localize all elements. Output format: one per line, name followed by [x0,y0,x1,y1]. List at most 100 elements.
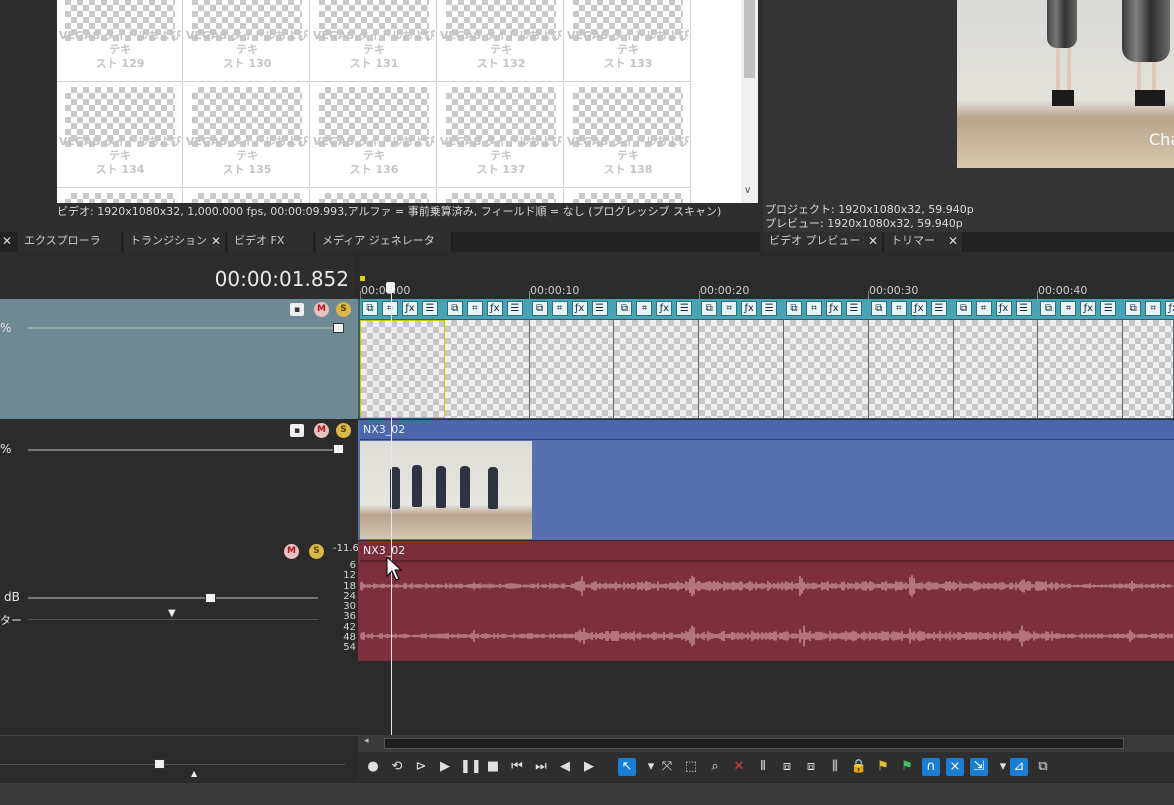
preset-thumbnail[interactable]: VEGAS タイトルおよびテキ スト 137 [438,83,564,188]
record-icon[interactable]: ● [364,758,382,776]
event-fx-icon[interactable]: ƒx [571,301,588,316]
title-event[interactable] [868,320,954,418]
close-icon[interactable]: ✕ [0,232,14,252]
crop-icon[interactable]: ⌗ [382,301,398,316]
level-slider-knob[interactable] [333,444,344,454]
mute-icon[interactable]: M [284,544,299,559]
solo-icon[interactable]: S [336,302,351,317]
crop-icon[interactable]: ⌗ [975,301,992,316]
go-to-end-icon[interactable]: ⏭ [532,758,550,776]
snapping-icon[interactable]: ∩ [922,758,940,776]
solo-icon[interactable]: S [309,544,324,559]
volume-slider-knob[interactable] [205,593,216,603]
pan-crop-icon[interactable]: ⧉ [531,301,548,316]
master-slider-knob[interactable] [154,759,165,769]
scrollbar-thumb[interactable] [744,0,755,78]
tab-transitions[interactable]: トランジション ✕ [124,232,226,252]
event-fx-icon[interactable]: ƒx [1080,301,1097,316]
title-event[interactable] [953,320,1039,418]
pan-crop-icon[interactable]: ⧉ [1040,301,1057,316]
pan-slider-track[interactable] [28,619,318,620]
title-event[interactable] [444,320,530,418]
compositing-mode-icon[interactable]: ▪ [290,303,304,316]
region-icon[interactable]: ⚑ [898,758,916,776]
pan-crop-icon[interactable]: ⧉ [362,301,378,316]
preset-thumbnail[interactable]: VEGAS タイトルおよびテキ スト 136 [311,83,437,188]
video-event-thumbnail[interactable] [360,441,532,539]
menu-icon[interactable]: ☰ [591,301,608,316]
title-event[interactable] [614,320,700,418]
preset-thumbnail[interactable]: VEGAS タイトルおよびテキ スト 131 [311,0,437,82]
level-slider-track[interactable] [28,327,338,329]
chevron-up-icon[interactable]: ▲ [191,769,197,778]
scrollbar-thumb[interactable] [384,738,1124,749]
stop-icon[interactable]: ■ [484,758,502,776]
preset-thumbnail[interactable] [311,189,437,203]
mute-icon[interactable]: M [314,423,329,438]
crop-icon[interactable]: ⌗ [1145,301,1162,316]
event-fx-icon[interactable]: ƒx [910,301,927,316]
event-fx-icon[interactable]: ƒx [486,301,503,316]
video-track-2-header[interactable]: ▪ M S % [0,420,358,540]
tab-explorer[interactable]: エクスプローラ [18,232,122,252]
level-slider-knob[interactable] [333,323,344,333]
go-to-start-icon[interactable]: ⏮ [508,758,526,776]
lock-icon[interactable]: 🔒 [850,758,868,776]
close-icon[interactable]: ✕ [948,232,958,250]
close-icon[interactable]: ✕ [211,232,221,250]
trim-end-icon[interactable]: ⧈ [802,758,820,776]
crop-icon[interactable]: ⌗ [466,301,483,316]
play-from-start-icon[interactable]: ⊳ [412,758,430,776]
pan-crop-icon[interactable]: ⧉ [870,301,887,316]
zoom-tool-icon[interactable]: ⌕ [706,758,724,776]
title-event[interactable] [1038,320,1124,418]
audio-event-header[interactable]: NX3_02 [360,541,1174,561]
video-event-header[interactable]: NX3_02 [360,420,1174,440]
preset-thumbnail[interactable]: VEGAS タイトルおよびテキ スト 130 [184,0,310,82]
menu-icon[interactable]: ☰ [1015,301,1032,316]
preset-thumbnail[interactable]: VEGAS タイトルおよびテキ スト 138 [565,83,691,188]
delete-icon[interactable]: ✕ [730,758,748,776]
selection-tool-icon[interactable]: ⬚ [682,758,700,776]
menu-icon[interactable]: ☰ [1100,301,1117,316]
chevron-down-icon[interactable]: ∨ [744,185,751,196]
trim-icon[interactable]: ⫴ [754,758,772,776]
preset-thumbnail[interactable] [438,189,564,203]
trim-start-icon[interactable]: ⧈ [778,758,796,776]
marker-icon[interactable]: ⚑ [874,758,892,776]
preset-thumbnail[interactable] [57,189,183,203]
scroll-left-icon[interactable]: ◂ [364,736,369,746]
crop-icon[interactable]: ⌗ [890,301,907,316]
title-event[interactable] [1123,320,1174,418]
crop-icon[interactable]: ⌗ [551,301,568,316]
event-fx-icon[interactable]: ƒx [995,301,1012,316]
lock-envelopes-icon[interactable]: ⊿ [1010,758,1028,776]
pause-icon[interactable]: ❚❚ [460,758,482,776]
split-icon[interactable]: ⫼ [826,758,844,776]
level-slider-track[interactable] [28,449,338,451]
normal-edit-tool-icon[interactable]: ↖ [618,758,636,776]
preset-thumbnail[interactable]: VEGAS タイトルおよびテキ スト 135 [184,83,310,188]
cursor-timecode[interactable]: 00:00:01.852 [0,255,355,299]
ripple-icon[interactable]: ⇲ [970,758,988,776]
menu-icon[interactable]: ☰ [930,301,947,316]
pan-dropdown-icon[interactable]: ▼ [168,608,176,619]
title-event[interactable] [529,320,615,418]
prev-frame-icon[interactable]: ◀ [556,758,574,776]
preset-thumbnail[interactable]: VEGAS タイトルおよびテキ スト 133 [565,0,691,82]
event-fx-icon[interactable]: ƒx [826,301,842,316]
pan-crop-icon[interactable]: ⧉ [701,301,718,316]
mute-icon[interactable]: M [314,302,329,317]
crop-icon[interactable]: ⌗ [1060,301,1077,316]
tab-trimmer[interactable]: トリマー ✕ [885,232,963,252]
title-event[interactable] [784,320,869,418]
event-fx-icon[interactable]: ƒx [402,301,418,316]
title-event[interactable] [699,320,784,418]
event-fx-icon[interactable]: ƒx [1165,301,1174,316]
next-frame-icon[interactable]: ▶ [580,758,598,776]
auto-crossfade-icon[interactable]: ⨯ [946,758,964,776]
pan-crop-icon[interactable]: ⧉ [446,301,463,316]
crop-icon[interactable]: ⌗ [806,301,822,316]
pan-crop-icon[interactable]: ⧉ [786,301,802,316]
tab-media-generators[interactable]: メディア ジェネレータ [316,232,452,252]
